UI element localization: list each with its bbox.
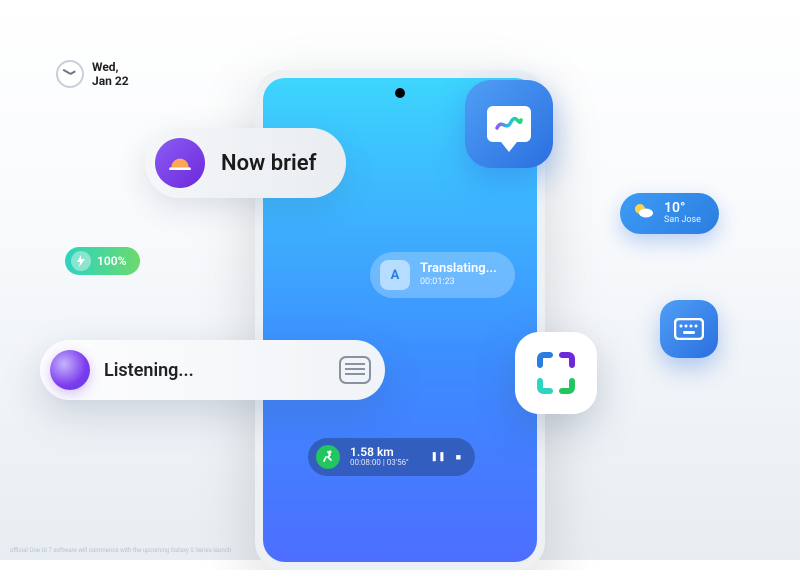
stop-icon[interactable]: ■ [456, 452, 461, 463]
listening-pill[interactable]: Listening... [40, 340, 385, 400]
battery-pill[interactable]: 100% [65, 247, 140, 275]
running-time: 00:08:00 | 03'56'' [350, 459, 409, 468]
running-text: 1.58 km 00:08:00 | 03'56'' [350, 446, 409, 468]
battery-percent: 100% [97, 254, 126, 268]
weather-location: San Jose [664, 216, 701, 226]
keyboard-icon [674, 318, 704, 340]
translating-text: Translating... 00:01:23 [420, 262, 497, 287]
scanner-icon-card[interactable] [515, 332, 597, 414]
translate-icon: A [380, 260, 410, 290]
sunset-icon [155, 138, 205, 188]
keyboard-app-icon[interactable] [660, 300, 718, 358]
now-brief-label: Now brief [221, 151, 316, 176]
date-text: Wed, Jan 22 [92, 60, 129, 89]
sun-cloud-icon [632, 201, 654, 226]
listening-label: Listening... [104, 360, 325, 381]
date-widget[interactable]: Wed, Jan 22 [56, 60, 129, 89]
orb-icon [50, 350, 90, 390]
camera-punchhole [395, 88, 405, 98]
canvas-app-icon[interactable] [465, 80, 553, 168]
weather-temp: 10° [664, 201, 701, 216]
scan-icon [532, 349, 580, 397]
easel-icon [487, 106, 531, 142]
weather-pill[interactable]: 10° San Jose [620, 193, 719, 234]
keyboard-icon[interactable] [339, 356, 371, 384]
weather-text: 10° San Jose [664, 201, 701, 226]
date-line2: Jan 22 [92, 74, 129, 88]
footnote: official One UI 7 software will commence… [10, 547, 231, 554]
translating-title: Translating... [420, 262, 497, 277]
running-controls: ❚❚ ■ [431, 452, 462, 463]
running-pill[interactable]: 1.58 km 00:08:00 | 03'56'' ❚❚ ■ [308, 438, 475, 476]
translating-time: 00:01:23 [420, 277, 497, 287]
now-brief-pill[interactable]: Now brief [145, 128, 346, 198]
pause-icon[interactable]: ❚❚ [431, 452, 446, 462]
date-line1: Wed, [92, 60, 129, 74]
running-icon [316, 445, 340, 469]
bolt-icon [71, 251, 91, 271]
translating-pill[interactable]: A Translating... 00:01:23 [370, 252, 515, 298]
clock-icon [56, 60, 84, 88]
